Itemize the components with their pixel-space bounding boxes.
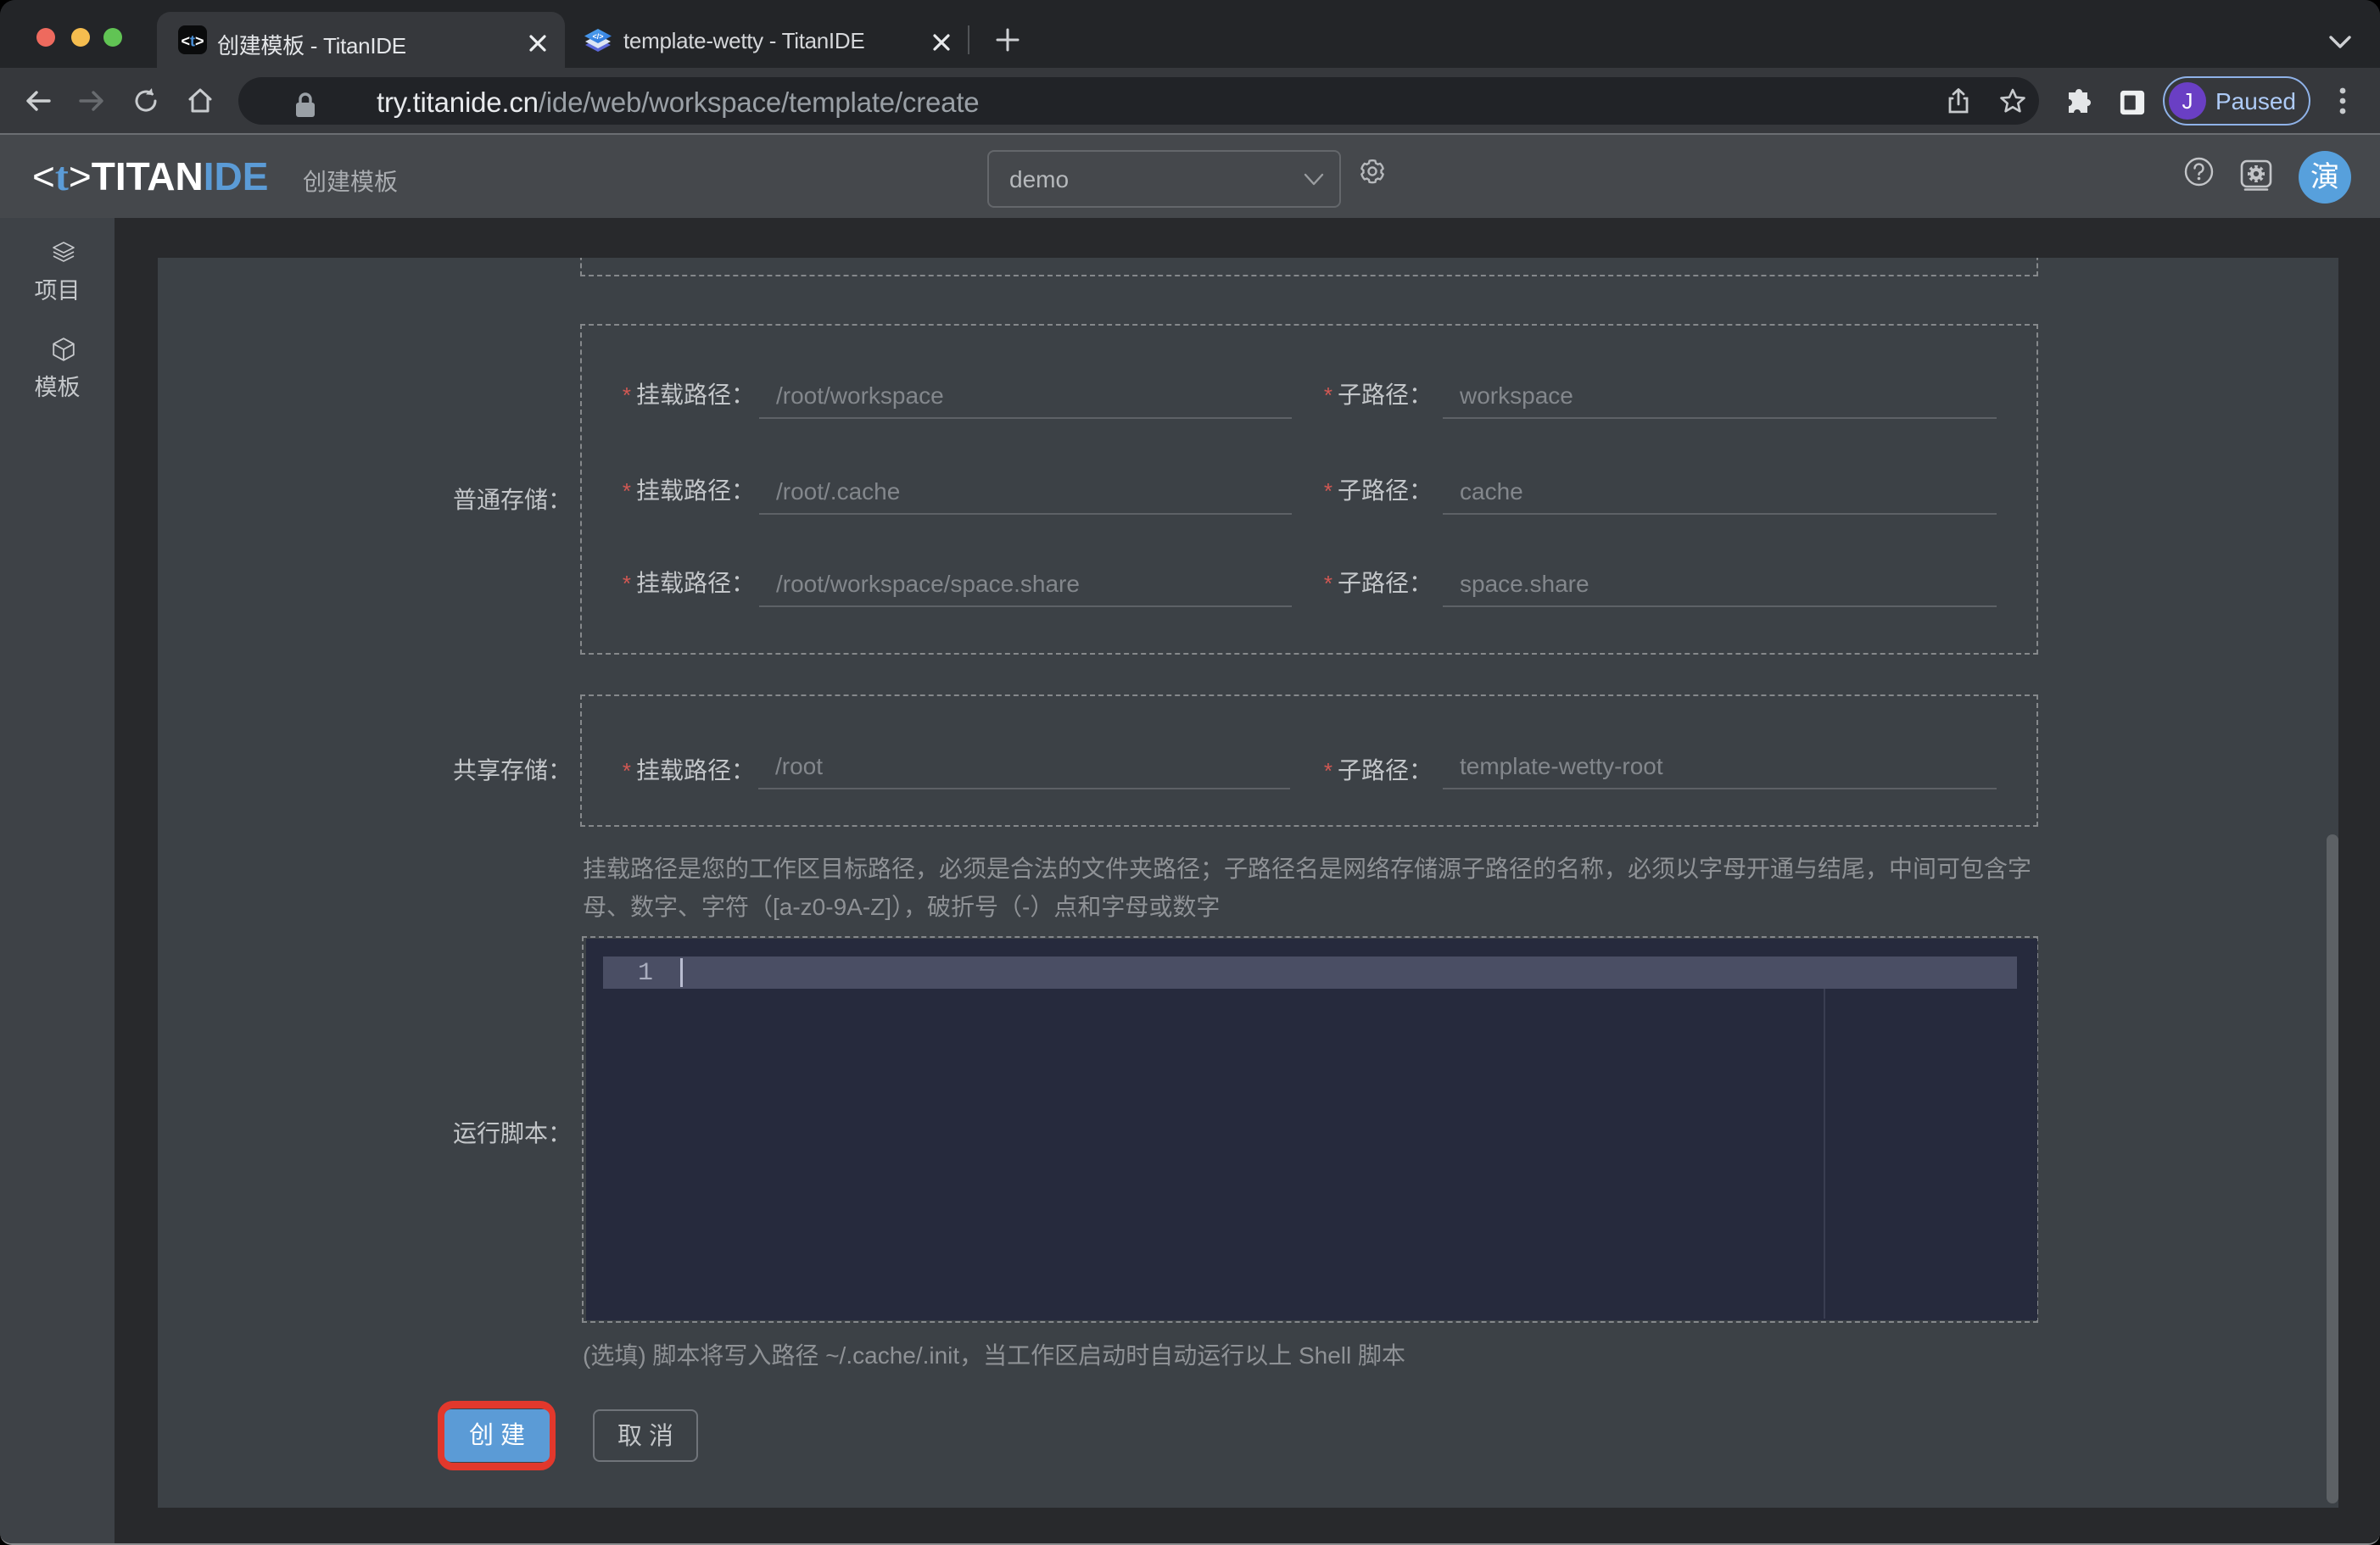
svg-text:<t>: <t> [181,33,204,50]
svg-text:</>: </> [592,32,603,41]
